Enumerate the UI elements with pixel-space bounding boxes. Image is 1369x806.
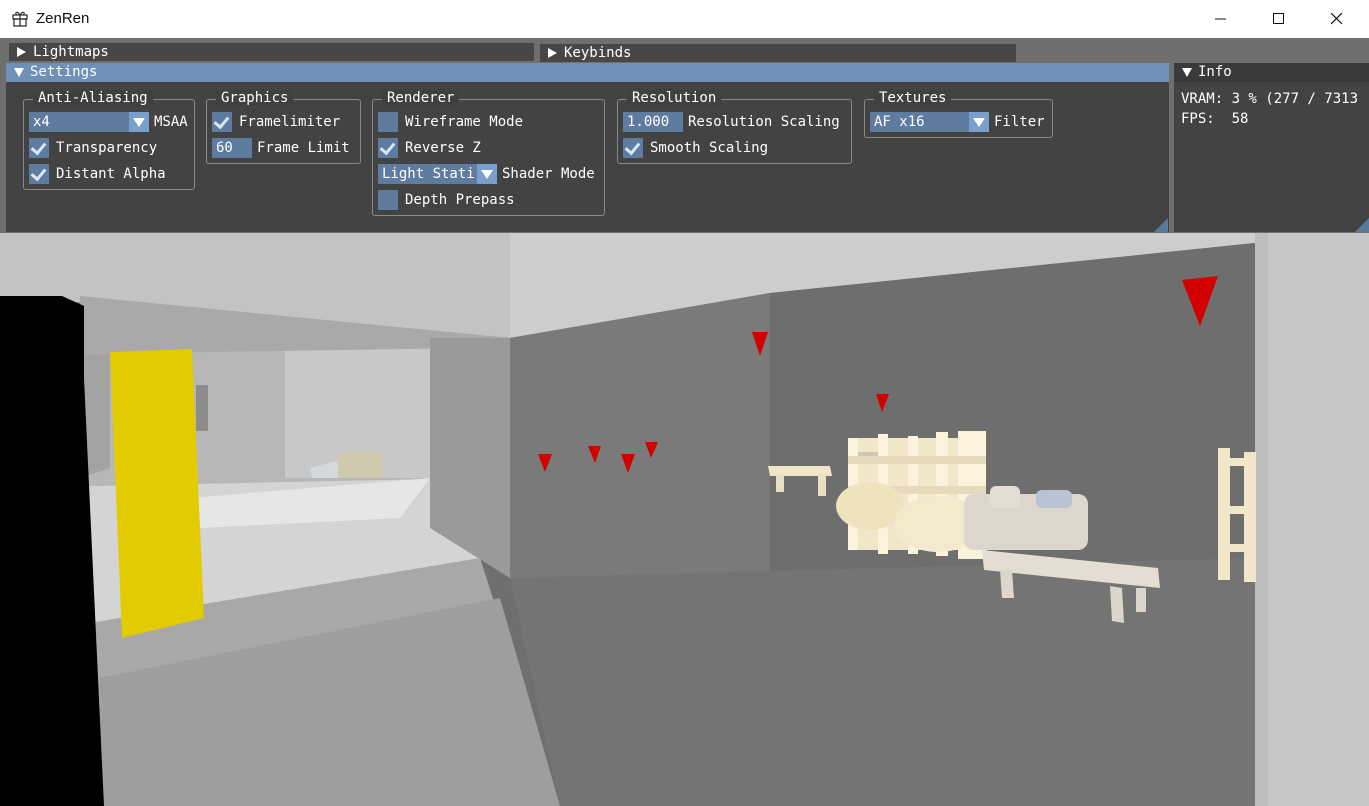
texture-filter-value: AF x16 — [874, 114, 925, 130]
transparency-checkbox[interactable] — [29, 138, 49, 158]
renderer-title: Renderer — [382, 90, 460, 106]
resolution-scaling-value: 1.000 — [627, 114, 670, 130]
chevron-down-icon — [129, 112, 149, 132]
depth-prepass-checkbox[interactable] — [378, 190, 398, 210]
resolution-group: Resolution 1.000 Resolution Scaling Smoo… — [617, 90, 852, 164]
depth-prepass-label: Depth Prepass — [405, 192, 515, 208]
resolution-scaling-label: Resolution Scaling — [688, 114, 840, 130]
chevron-down-icon — [969, 112, 989, 132]
close-icon — [1331, 13, 1343, 25]
msaa-combo[interactable]: x4 — [29, 112, 149, 132]
window-title: ZenRen — [36, 10, 90, 27]
close-button[interactable] — [1308, 0, 1366, 38]
fps-readout: FPS: 58 — [1181, 111, 1249, 127]
smooth-scaling-checkbox[interactable] — [623, 138, 643, 158]
transparency-label: Transparency — [56, 140, 158, 156]
shader-mode-combo[interactable]: Light Stati — [378, 164, 497, 184]
collapse-arrow-icon — [548, 48, 557, 58]
info-window: Info VRAM: 3 % (277 / 7313 FPS: 58 — [1174, 63, 1369, 232]
settings-header[interactable]: Settings — [6, 63, 1169, 82]
renderer-group: Renderer Wireframe Mode Reverse Z Light … — [372, 90, 605, 216]
settings-window: Settings Anti-Aliasing x4 MSAA Transpare… — [6, 63, 1169, 232]
msaa-label: MSAA — [154, 114, 188, 130]
checkmark-icon — [379, 138, 396, 156]
chevron-down-icon — [477, 164, 497, 184]
anti-aliasing-title: Anti-Aliasing — [33, 90, 153, 106]
collapse-arrow-icon — [17, 47, 26, 57]
resize-grip[interactable] — [1154, 218, 1168, 232]
wireframe-label: Wireframe Mode — [405, 114, 524, 130]
graphics-title: Graphics — [216, 90, 294, 106]
checkmark-icon — [30, 138, 47, 156]
anti-aliasing-group: Anti-Aliasing x4 MSAA Transparency Dista… — [23, 90, 195, 190]
frame-limit-label: Frame Limit — [257, 140, 350, 156]
distant-alpha-checkbox[interactable] — [29, 164, 49, 184]
maximize-button[interactable] — [1250, 0, 1308, 38]
texture-filter-combo[interactable]: AF x16 — [870, 112, 989, 132]
reverse-z-label: Reverse Z — [405, 140, 481, 156]
settings-label: Settings — [30, 64, 98, 80]
checkmark-icon — [213, 112, 230, 130]
frame-limit-value: 60 — [216, 140, 233, 156]
shader-mode-value: Light Stati — [382, 166, 475, 182]
minimize-icon — [1215, 18, 1226, 20]
frame-limit-input[interactable]: 60 — [212, 138, 252, 158]
checkmark-icon — [624, 138, 641, 156]
info-label: Info — [1198, 64, 1232, 80]
lightmaps-label: Lightmaps — [33, 44, 109, 60]
framelimiter-checkbox[interactable] — [212, 112, 232, 132]
framelimiter-label: Framelimiter — [239, 114, 341, 130]
keybinds-header[interactable]: Keybinds — [540, 44, 1016, 62]
msaa-value: x4 — [33, 114, 50, 130]
checkmark-icon — [30, 164, 47, 182]
expand-arrow-icon — [1182, 68, 1192, 77]
graphics-group: Graphics Framelimiter 60 Frame Limit — [206, 90, 361, 164]
texture-filter-label: Filter — [994, 114, 1045, 130]
reverse-z-checkbox[interactable] — [378, 138, 398, 158]
wireframe-checkbox[interactable] — [378, 112, 398, 132]
keybinds-label: Keybinds — [564, 45, 632, 61]
resolution-title: Resolution — [627, 90, 722, 106]
smooth-scaling-label: Smooth Scaling — [650, 140, 769, 156]
gift-icon — [12, 11, 28, 27]
info-header[interactable]: Info — [1174, 63, 1369, 82]
textures-group: Textures AF x16 Filter — [864, 90, 1053, 138]
expand-arrow-icon — [14, 68, 24, 77]
lightmaps-header[interactable]: Lightmaps — [9, 43, 534, 61]
shader-mode-label: Shader Mode — [502, 166, 595, 182]
resize-grip[interactable] — [1355, 218, 1369, 232]
resolution-scaling-input[interactable]: 1.000 — [623, 112, 683, 132]
textures-title: Textures — [874, 90, 952, 106]
title-bar: ZenRen — [0, 0, 1369, 38]
maximize-icon — [1273, 13, 1284, 24]
minimize-button[interactable] — [1192, 0, 1250, 38]
distant-alpha-label: Distant Alpha — [56, 166, 166, 182]
vram-readout: VRAM: 3 % (277 / 7313 — [1181, 91, 1359, 107]
